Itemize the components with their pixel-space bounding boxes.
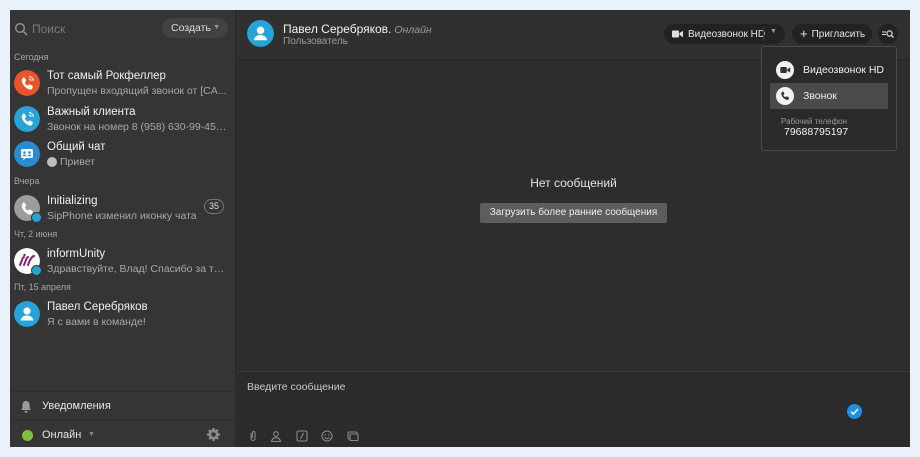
- command-icon[interactable]: [296, 430, 308, 442]
- menu-item-video-call[interactable]: Видеозвонок HD: [770, 57, 888, 83]
- chat-item-general[interactable]: Общий чат Привет: [10, 137, 236, 173]
- list-search-icon: [882, 30, 894, 38]
- load-earlier-button[interactable]: Загрузить более ранние сообщения: [480, 203, 667, 223]
- video-call-button[interactable]: Видеозвонок HD ▼: [664, 24, 785, 44]
- notifications-label: Уведомления: [42, 400, 111, 412]
- sidebar: Создать ▼ Сегодня Тот самый Рокфеллер Пр…: [10, 10, 236, 447]
- chevron-down-icon: ▼: [88, 431, 95, 438]
- group-label-yesterday: Вчера: [14, 176, 40, 186]
- contact-icon[interactable]: [270, 430, 282, 442]
- contact-name: Павел Серебряков.: [283, 22, 392, 36]
- search-input[interactable]: [32, 19, 152, 39]
- send-button[interactable]: [847, 404, 862, 419]
- chat-subtitle: Привет: [60, 156, 96, 168]
- chat-title: Initializing: [47, 195, 98, 207]
- menu-item-call[interactable]: Звонок: [770, 83, 888, 109]
- chevron-down-icon: ▼: [213, 24, 220, 31]
- emoji-icon[interactable]: [321, 430, 333, 442]
- chat-subtitle: Я с вами в команде!: [47, 316, 146, 328]
- online-status-dot: [22, 430, 33, 441]
- chat-item-informunity[interactable]: informUnity Здравствуйте, Влад! Спасибо …: [10, 244, 236, 280]
- group-label-today: Сегодня: [14, 52, 49, 62]
- chat-item-pavel[interactable]: Павел Серебряков Я с вами в команде!: [10, 297, 236, 333]
- plus-icon: +: [800, 26, 808, 41]
- chat-title: Тот самый Рокфеллер: [47, 70, 166, 82]
- chat-item-rockefeller[interactable]: Тот самый Рокфеллер Пропущен входящий зв…: [10, 66, 236, 102]
- search-icon: [14, 22, 28, 36]
- call-options-dropdown: Видеозвонок HD Звонок Рабочий телефон 79…: [761, 46, 897, 151]
- phone-icon: [776, 87, 794, 105]
- menu-item-label: Звонок: [803, 90, 837, 102]
- screenshot-icon[interactable]: [347, 430, 359, 442]
- missed-call-avatar-icon: [14, 70, 40, 96]
- chat-subtitle: Здравствуйте, Влад! Спасибо за то...: [47, 263, 227, 275]
- bell-icon: [21, 401, 31, 413]
- message-input[interactable]: [247, 378, 827, 396]
- group-label-jun2: Чт, 2 июня: [14, 229, 58, 239]
- status-selector[interactable]: Онлайн: [42, 429, 81, 441]
- search-messages-button[interactable]: [878, 24, 898, 44]
- invite-button[interactable]: + Пригласить: [792, 24, 872, 44]
- chat-subtitle: SipPhone изменил иконку чата: [47, 210, 197, 222]
- chat-item-initializing[interactable]: Initializing SipPhone изменил иконку чат…: [10, 191, 236, 227]
- group-chat-avatar-icon: [14, 141, 40, 167]
- chat-subtitle: Звонок на номер 8 (958) 630-99-45 ...: [47, 121, 227, 133]
- divider: [763, 27, 764, 41]
- notifications-row[interactable]: Уведомления: [10, 391, 236, 419]
- phone-number[interactable]: 79688795197: [784, 126, 848, 138]
- contact-name-line: Павел Серебряков. Онлайн: [283, 22, 432, 36]
- search-row: Создать ▼: [10, 10, 236, 46]
- chevron-down-icon[interactable]: ▼: [770, 28, 777, 35]
- video-call-label: Видеозвонок HD: [688, 29, 766, 40]
- empty-state-text: Нет сообщений: [530, 176, 617, 190]
- menu-item-label: Видеозвонок HD: [803, 64, 884, 76]
- chat-type-badge-icon: [31, 265, 42, 276]
- user-avatar-icon: [247, 20, 274, 47]
- gear-icon[interactable]: [206, 427, 221, 442]
- contact-role: Пользователь: [283, 36, 348, 47]
- phone-caption: Рабочий телефон: [781, 117, 848, 126]
- invite-label: Пригласить: [811, 29, 866, 40]
- chat-type-badge-icon: [31, 212, 42, 223]
- video-camera-icon: [672, 30, 683, 38]
- create-button[interactable]: Создать ▼: [162, 18, 228, 38]
- create-button-label: Создать: [171, 22, 211, 34]
- app-window: Создать ▼ Сегодня Тот самый Рокфеллер Пр…: [10, 10, 910, 447]
- paperclip-icon[interactable]: [247, 430, 259, 442]
- chat-title: Павел Серебряков: [47, 301, 148, 313]
- chat-title: Важный клиента: [47, 106, 136, 118]
- presence-status: Онлайн: [394, 24, 432, 36]
- video-camera-icon: [776, 61, 794, 79]
- phone-call-avatar-icon: [14, 106, 40, 132]
- chat-title: Общий чат: [47, 141, 106, 153]
- unread-count-badge: 35: [204, 199, 224, 214]
- user-mini-icon: [47, 157, 57, 167]
- user-avatar-icon: [14, 301, 40, 327]
- chat-subtitle: Пропущен входящий звонок от [CA...: [47, 85, 227, 97]
- compose-area: [237, 371, 910, 447]
- chat-item-important-client[interactable]: Важный клиента Звонок на номер 8 (958) 6…: [10, 102, 236, 138]
- chat-title: informUnity: [47, 248, 106, 260]
- checkmark-icon: [850, 408, 859, 416]
- status-row: Онлайн ▼: [10, 420, 236, 447]
- group-label-apr15: Пт, 15 апреля: [14, 282, 71, 292]
